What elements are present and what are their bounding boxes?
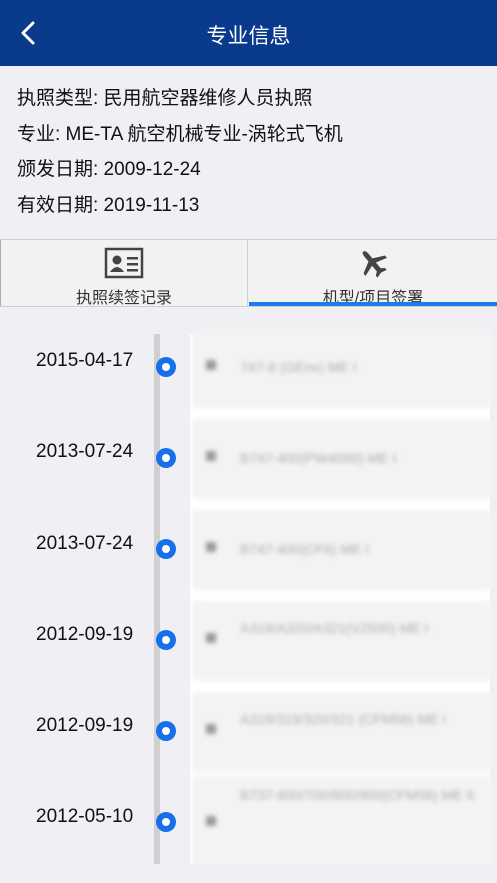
timeline[interactable]: 2015-04-17 747-8 (GEnx) ME I 2013-07-24 … [0, 312, 497, 883]
record-date: 2015-04-17 [36, 350, 134, 371]
record-card[interactable]: 747-8 (GEnx) ME I [192, 328, 492, 408]
record-card[interactable]: A318/319/320/321 (CFM56) ME I [192, 692, 492, 772]
active-tab-indicator [249, 302, 497, 306]
page-title: 专业信息 [206, 25, 291, 48]
record-date: 2012-09-19 [36, 715, 134, 736]
tab-type-ratings[interactable]: 机型/项目签署 [249, 240, 497, 307]
timeline-dot [156, 630, 176, 650]
record-date: 2013-07-24 [36, 441, 134, 462]
id-card-icon [104, 247, 144, 279]
timeline-dot [156, 539, 176, 559]
bullet-icon [206, 633, 216, 643]
timeline-dot [156, 721, 176, 741]
timeline-line [154, 334, 160, 864]
navigation-bar: 专业信息 [0, 0, 497, 66]
record-text: B747-400(PW4000) ME I [240, 450, 397, 466]
bullet-icon [206, 360, 216, 370]
specialty: 专业: ME-TA 航空机械专业-涡轮式飞机 [17, 124, 343, 145]
license-info: 执照类型: 民用航空器维修人员执照 专业: ME-TA 航空机械专业-涡轮式飞机… [0, 66, 497, 236]
airplane-icon [362, 251, 387, 278]
record-text: B737-600/700/800/900(CFM56) ME II [240, 787, 475, 803]
bullet-icon [206, 724, 216, 734]
license-type: 执照类型: 民用航空器维修人员执照 [17, 88, 313, 109]
tab-renewal-records[interactable]: 执照续签记录 [0, 240, 248, 307]
timeline-dot [156, 357, 176, 377]
record-card[interactable]: A319/A320/A321(V2500) ME I [192, 601, 492, 681]
bullet-icon [206, 542, 216, 552]
timeline-dot [156, 448, 176, 468]
bullet-icon [206, 816, 216, 826]
record-card[interactable]: B747-400(PW4000) ME I [192, 419, 492, 499]
record-text: A318/319/320/321 (CFM56) ME I [240, 711, 447, 727]
timeline-dot [156, 812, 176, 832]
record-text: A319/A320/A321(V2500) ME I [240, 620, 429, 636]
record-date: 2013-07-24 [36, 533, 134, 554]
record-card[interactable]: B737-600/700/800/900(CFM56) ME II [192, 776, 492, 866]
bullet-icon [206, 451, 216, 461]
record-text: 747-8 (GEnx) ME I [240, 359, 357, 375]
issue-date: 颁发日期: 2009-12-24 [17, 159, 201, 180]
record-text: B747-400(CF6) ME I [240, 541, 370, 557]
tab-renewal-records-label: 执照续签记录 [75, 290, 172, 307]
record-date: 2012-05-10 [36, 806, 134, 827]
record-card[interactable]: B747-400(CF6) ME I [192, 510, 492, 590]
tab-bar: 执照续签记录 机型/项目签署 [0, 239, 497, 307]
valid-date: 有效日期: 2019-11-13 [17, 195, 200, 216]
record-date: 2012-09-19 [36, 624, 134, 645]
